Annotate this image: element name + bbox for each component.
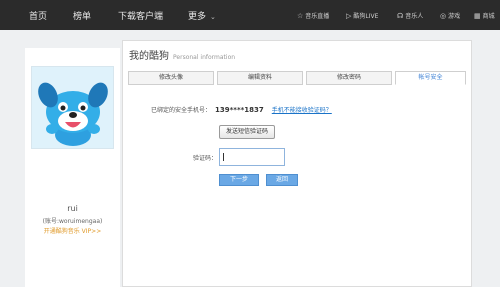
tab-edit-profile[interactable]: 编辑资料: [217, 71, 303, 85]
dog-mascot-icon: [38, 82, 108, 146]
nav-musician-label: 音乐人: [405, 13, 424, 20]
gamepad-icon: ◎: [440, 12, 447, 20]
page-title: 我的酷狗 Personal information: [129, 47, 235, 62]
next-step-button[interactable]: 下一步: [219, 174, 259, 186]
vip-upgrade-link[interactable]: 开通酷狗音乐 VIP>>: [25, 226, 120, 235]
nav-games-label: 游戏: [448, 13, 461, 20]
back-button[interactable]: 返回: [266, 174, 298, 186]
nav-musician[interactable]: ☊ 音乐人: [397, 11, 423, 20]
page-subtitle: Personal information: [173, 54, 236, 61]
profile-sidebar: rui (账号:woruimengaa) 开通酷狗音乐 VIP>>: [25, 48, 120, 287]
username: rui: [67, 204, 78, 213]
phone-number: 139****1837: [215, 106, 264, 114]
nav-kugou-live-label: 酷狗LIVE: [353, 13, 379, 20]
tab-change-password[interactable]: 修改密码: [306, 71, 392, 85]
tab-account-security[interactable]: 帐号安全: [395, 71, 466, 85]
text-caret: [223, 153, 224, 161]
avatar[interactable]: [31, 66, 114, 149]
nav-games[interactable]: ◎ 游戏: [440, 11, 460, 20]
account-id: (账号:woruimengaa): [42, 218, 103, 225]
nav-kugou-live[interactable]: ▷ 酷狗LIVE: [346, 11, 378, 20]
top-nav-bar: 首页 榜单 下载客户端 更多 ⌄ ☆ 音乐直播 ▷ 酷狗LIVE ☊ 音乐人 ◎ 游戏 ▦…: [0, 0, 500, 30]
nav-more[interactable]: 更多 ⌄: [188, 9, 216, 22]
send-sms-code-button[interactable]: 发送短信验证码: [219, 125, 275, 139]
code-label: 验证码：: [193, 155, 218, 162]
star-icon: ☆: [297, 12, 304, 20]
nav-charts[interactable]: 榜单: [73, 9, 91, 22]
verification-code-input[interactable]: [219, 148, 285, 166]
nav-more-label: 更多: [188, 12, 207, 22]
cannot-receive-code-link[interactable]: 手机不能接收验证码？: [272, 107, 332, 114]
nav-music-live[interactable]: ☆ 音乐直播: [297, 11, 329, 20]
bound-phone-row: 已绑定的安全手机号： 139****1837 手机不能接收验证码？: [151, 105, 332, 114]
tab-change-avatar[interactable]: 修改头像: [128, 71, 214, 85]
phone-label: 已绑定的安全手机号：: [151, 107, 212, 114]
nav-music-live-label: 音乐直播: [305, 13, 330, 20]
headphone-icon: ☊: [397, 12, 404, 20]
play-icon: ▷: [346, 12, 352, 20]
page-title-text: 我的酷狗: [129, 51, 169, 62]
nav-download-client[interactable]: 下载客户端: [118, 9, 163, 22]
settings-tabs: 修改头像 编辑资料 修改密码 帐号安全: [128, 71, 466, 85]
nav-mall-label: 商城: [482, 13, 495, 20]
mall-icon: ▦: [474, 12, 481, 20]
nav-home[interactable]: 首页: [29, 9, 47, 22]
nav-mall[interactable]: ▦ 商城: [474, 11, 495, 20]
account-panel: 我的酷狗 Personal information 修改头像 编辑资料 修改密码 …: [122, 40, 472, 287]
chevron-down-icon: ⌄: [210, 13, 216, 21]
